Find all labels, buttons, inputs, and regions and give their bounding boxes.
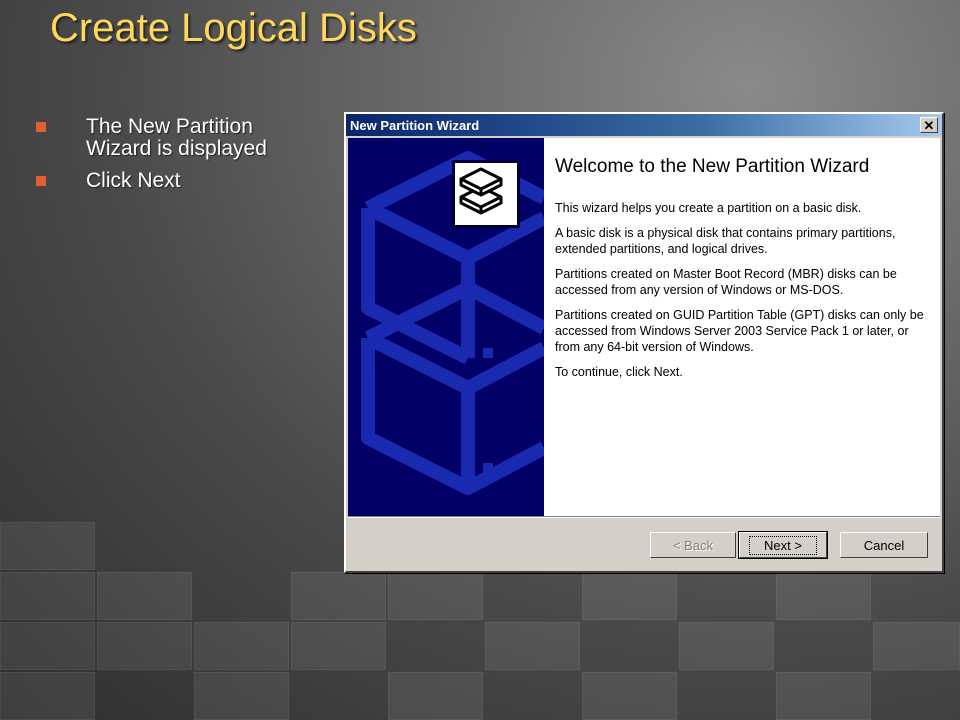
slide-title: Create Logical Disks — [50, 6, 417, 50]
new-partition-wizard-dialog: New Partition Wizard ✕ Welcome to the Ne… — [344, 112, 944, 573]
bullet-marker-icon — [36, 122, 46, 132]
next-button[interactable]: Next > — [738, 531, 828, 559]
slide-bullets: The New Partition Wizard is displayed Cl… — [34, 116, 324, 202]
bullet-marker-icon — [36, 176, 46, 186]
dialog-titlebar[interactable]: New Partition Wizard ✕ — [346, 114, 942, 136]
bullet-item: Click Next — [34, 170, 324, 192]
next-button-label: Next > — [749, 535, 817, 555]
wizard-paragraph: Partitions created on Master Boot Record… — [555, 267, 897, 297]
button-separator — [348, 516, 940, 518]
close-icon: ✕ — [923, 117, 935, 133]
wizard-paragraph: To continue, click Next. — [555, 365, 683, 379]
wizard-paragraph: This wizard helps you create a partition… — [555, 201, 862, 215]
bullet-text: Click Next — [86, 169, 181, 192]
bullet-text: The New Partition Wizard is displayed — [86, 115, 267, 160]
wizard-banner — [348, 138, 544, 516]
bullet-item: The New Partition Wizard is displayed — [34, 116, 324, 160]
disk-stack-icon — [452, 160, 520, 228]
wizard-paragraph: Partitions created on GUID Partition Tab… — [555, 308, 924, 354]
dialog-title: New Partition Wizard — [350, 117, 480, 133]
wizard-text: Welcome to the New Partition Wizard This… — [555, 156, 925, 389]
wizard-paragraph: A basic disk is a physical disk that con… — [555, 226, 896, 256]
back-button[interactable]: < Back — [650, 532, 736, 558]
wizard-content: Welcome to the New Partition Wizard This… — [348, 138, 940, 516]
close-button[interactable]: ✕ — [920, 117, 938, 133]
cancel-button[interactable]: Cancel — [840, 532, 928, 558]
wizard-heading: Welcome to the New Partition Wizard — [555, 156, 870, 177]
